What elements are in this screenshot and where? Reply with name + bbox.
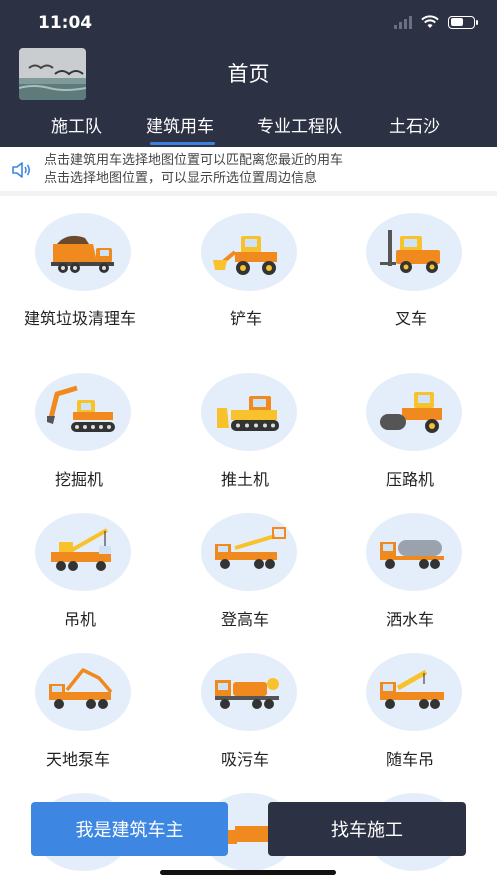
truck-mounted-crane-icon: [366, 653, 462, 731]
vehicle-item-water-truck[interactable]: 洒水车: [331, 499, 497, 649]
excavator-icon: [35, 373, 131, 451]
vehicle-item-concrete-pump[interactable]: 天地泵车: [0, 639, 166, 789]
notice-line-1: 点击建筑用车选择地图位置可以匹配离您最近的用车: [44, 153, 344, 168]
app-header: 11:04 首页 施工队 建筑用车 专业工程队 土石沙: [0, 0, 497, 147]
tab-construction-team[interactable]: 施工队: [51, 112, 102, 137]
find-vehicle-button[interactable]: 找车施工: [268, 802, 466, 856]
vehicle-label: 叉车: [395, 309, 428, 328]
vehicle-label: 洒水车: [386, 610, 435, 629]
aerial-platform-truck-icon: [201, 513, 297, 591]
vehicle-item-crane[interactable]: 吊机: [0, 499, 166, 649]
bulldozer-icon: [201, 373, 297, 451]
vehicle-label: 吊机: [64, 610, 97, 629]
tab-professional-team[interactable]: 专业工程队: [257, 112, 342, 137]
sewage-suction-truck-icon: [201, 653, 297, 731]
road-roller-icon: [366, 373, 462, 451]
water-sprinkler-truck-icon: [366, 513, 462, 591]
notice-line-2: 点击选择地图位置，可以显示所选位置周边信息: [44, 171, 318, 186]
tab-bar: 施工队 建筑用车 专业工程队 土石沙: [0, 108, 497, 147]
i-am-vehicle-owner-button[interactable]: 我是建筑车主: [31, 802, 228, 856]
status-icons: [394, 15, 478, 29]
vehicle-item-sewage-truck[interactable]: 吸污车: [166, 639, 332, 789]
vehicle-item-excavator[interactable]: 挖掘机: [0, 359, 166, 509]
home-indicator[interactable]: [160, 870, 336, 875]
vehicle-item-forklift[interactable]: 叉车: [331, 196, 497, 356]
vehicle-item-road-roller[interactable]: 压路机: [331, 359, 497, 509]
forklift-icon: [366, 213, 462, 291]
vehicle-label: 压路机: [386, 470, 435, 489]
status-time: 11:04: [38, 13, 93, 33]
vehicle-label: 挖掘机: [55, 470, 104, 489]
tab-earth-stone-sand[interactable]: 土石沙: [389, 112, 440, 137]
cellular-signal-icon: [394, 15, 412, 29]
speaker-icon: [12, 162, 31, 178]
vehicle-grid: 建筑垃圾清理车 铲车 叉车 挖掘机 推土机 压路机 吊机 登高车 洒水车 天地泵…: [0, 196, 497, 883]
notice-text: 点击建筑用车选择地图位置可以匹配离您最近的用车 点击选择地图位置，可以显示所选位…: [44, 152, 343, 188]
vehicle-label: 天地泵车: [46, 750, 111, 769]
vehicle-label: 建筑垃圾清理车: [24, 309, 137, 328]
crane-icon: [35, 513, 131, 591]
vehicle-label: 吸污车: [221, 750, 270, 769]
tab-construction-vehicles[interactable]: 建筑用车: [146, 112, 214, 137]
active-tab-indicator: [150, 142, 215, 145]
page-title: 首页: [227, 62, 270, 86]
vehicle-label: 推土机: [221, 470, 270, 489]
notice-bar: 点击建筑用车选择地图位置可以匹配离您最近的用车 点击选择地图位置，可以显示所选位…: [0, 147, 497, 191]
vehicle-item-bulldozer[interactable]: 推土机: [166, 359, 332, 509]
battery-icon: [448, 15, 478, 29]
vehicle-item-truck-crane[interactable]: 随车吊: [331, 639, 497, 789]
vehicle-label: 随车吊: [386, 750, 435, 769]
dump-truck-icon: [35, 213, 131, 291]
vehicle-item-aerial-platform[interactable]: 登高车: [166, 499, 332, 649]
wifi-icon: [421, 15, 439, 28]
vehicle-label: 登高车: [221, 610, 270, 629]
vehicle-item-dump-truck[interactable]: 建筑垃圾清理车: [0, 196, 166, 356]
vehicle-item-loader[interactable]: 铲车: [166, 196, 332, 356]
status-bar: 11:04: [0, 0, 497, 44]
loader-icon: [201, 213, 297, 291]
concrete-pump-truck-icon: [35, 653, 131, 731]
vehicle-label: 铲车: [230, 309, 263, 328]
